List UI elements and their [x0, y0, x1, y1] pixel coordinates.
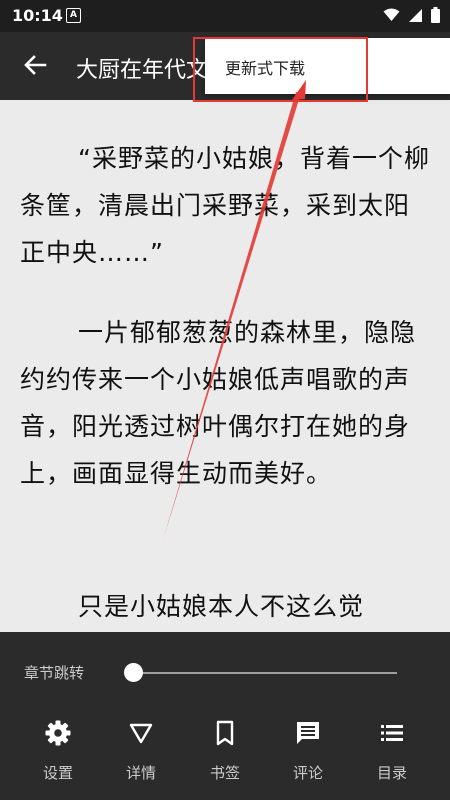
overflow-menu: 更新式下载: [205, 38, 450, 94]
status-bar: 10:14 A: [0, 0, 450, 32]
nav-label: 评论: [292, 764, 323, 782]
content-paragraph: “采野菜的小姑娘，背着一个柳条筐，清晨出门采野菜，采到太阳正中央……”: [20, 135, 430, 276]
chapter-slider-thumb[interactable]: [124, 663, 143, 682]
nav-label: 详情: [125, 764, 156, 782]
status-icons: [383, 7, 440, 23]
book-title: 大厨在年代文: [76, 58, 209, 82]
paragraph-text: 一片郁郁葱葱的森林里，隐隐约约传来一个小姑娘低声唱歌的声音，阳光透过树叶偶尔打在…: [20, 318, 417, 488]
nav-label: 设置: [42, 764, 73, 782]
bottom-nav: 设置 详情 书签 评论 目录: [0, 712, 450, 792]
list-icon: [381, 725, 403, 741]
chapter-jump-label: 章节跳转: [24, 664, 85, 682]
nav-item-comments[interactable]: 评论: [273, 712, 343, 790]
paragraph-text: 只是小姑娘本人不这么觉: [78, 592, 365, 621]
paragraph-text: “采野菜的小姑娘，背着一个柳条筐，清晨出门采野菜，采到太阳正中央……”: [20, 144, 430, 267]
menu-item-update-download[interactable]: 更新式下载: [225, 55, 305, 79]
content-paragraph: 一片郁郁葱葱的森林里，隐隐约约传来一个小姑娘低声唱歌的声音，阳光透过树叶偶尔打在…: [20, 309, 430, 497]
notification-a-icon: A: [66, 8, 81, 23]
nav-item-contents[interactable]: 目录: [357, 712, 427, 790]
chapter-slider-track[interactable]: [133, 672, 397, 674]
comment-icon: [297, 722, 319, 744]
triangle-down-icon: [129, 723, 153, 744]
bookmark-icon: [216, 720, 234, 746]
content-paragraph: 只是小姑娘本人不这么觉: [20, 583, 430, 630]
reader-control-panel: 章节跳转 设置 详情 书签 评论 目录: [0, 632, 450, 800]
battery-icon: [431, 7, 440, 23]
status-time: 10:14: [12, 6, 63, 25]
wifi-icon: [383, 8, 400, 21]
reader-content[interactable]: “采野菜的小姑娘，背着一个柳条筐，清晨出门采野菜，采到太阳正中央……” 一片郁郁…: [0, 100, 450, 632]
nav-item-details[interactable]: 详情: [106, 712, 176, 790]
nav-item-settings[interactable]: 设置: [23, 712, 93, 790]
arrow-left-icon[interactable]: [22, 52, 48, 78]
nav-item-bookmarks[interactable]: 书签: [190, 712, 260, 790]
nav-label: 目录: [376, 764, 407, 782]
signal-icon: [409, 8, 422, 22]
nav-label: 书签: [209, 764, 240, 782]
gear-icon: [45, 720, 71, 746]
